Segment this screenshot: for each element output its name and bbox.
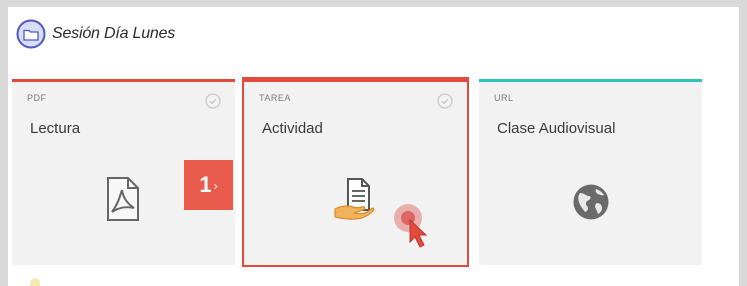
check-circle-icon[interactable] xyxy=(437,93,453,109)
card-accent-bar xyxy=(244,79,467,82)
mouse-pointer-icon xyxy=(392,202,444,259)
partial-next-item xyxy=(30,278,40,286)
folder-icon xyxy=(16,19,46,49)
card-accent-bar xyxy=(479,79,702,82)
card-accent-bar xyxy=(12,79,235,82)
step-arrow-icon: › xyxy=(213,179,218,193)
section-header: Sesión Día Lunes xyxy=(16,17,175,51)
pdf-icon xyxy=(105,176,141,227)
card-clase-audiovisual[interactable]: URL Clase Audiovisual xyxy=(479,79,702,265)
section-title: Sesión Día Lunes xyxy=(52,25,176,42)
card-title: Lectura xyxy=(30,120,81,137)
card-type: TAREA xyxy=(259,93,291,103)
card-title: Clase Audiovisual xyxy=(497,120,616,137)
check-circle-icon[interactable] xyxy=(205,93,221,109)
globe-icon xyxy=(572,183,610,226)
card-type: PDF xyxy=(27,93,47,103)
step-badge: 1 › xyxy=(184,160,233,210)
assignment-hand-icon xyxy=(332,175,380,228)
card-type: URL xyxy=(494,93,514,103)
card-title: Actividad xyxy=(262,120,323,137)
step-number: 1 xyxy=(199,172,212,197)
